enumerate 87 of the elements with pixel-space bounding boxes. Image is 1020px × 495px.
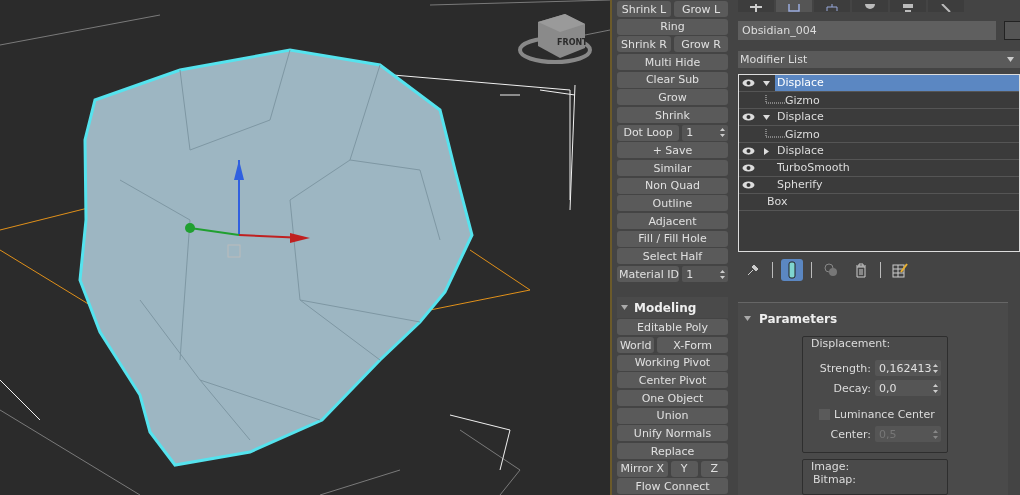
checkbox-label: Luminance Center (834, 407, 935, 421)
eye-icon[interactable] (741, 79, 755, 88)
modifier-list-dropdown[interactable]: Modifier List (738, 51, 1020, 69)
spinner-arrows-icon (933, 429, 938, 439)
dropdown-arrow-icon (1007, 57, 1014, 63)
field-label: Strength: (819, 361, 871, 375)
toolbar-button[interactable]: One Object (617, 390, 728, 406)
spinner-arrows-icon (933, 363, 938, 373)
trash-icon (855, 262, 867, 278)
object-name-field[interactable]: Obsidian_004 (738, 21, 996, 40)
stack-item[interactable]: Displace (775, 109, 1019, 126)
panel-tab[interactable] (928, 0, 964, 12)
toolbar-button[interactable]: Multi Hide (617, 54, 728, 70)
toolbar-button[interactable]: Center Pivot (617, 372, 728, 389)
rollout-header[interactable]: Parameters (738, 311, 1008, 327)
toolbar-button[interactable]: Adjacent (617, 213, 728, 230)
tube-icon (787, 261, 797, 280)
stack-sub-item[interactable]: Gizmo (785, 127, 820, 141)
stack-tool-button[interactable] (781, 259, 803, 282)
toolbar-button[interactable]: Flow Connect (617, 478, 728, 495)
rollout-title: Parameters (759, 312, 838, 326)
viewport[interactable]: FRONT (0, 0, 610, 495)
tree-line (765, 95, 785, 106)
eye-icon[interactable] (741, 181, 755, 190)
panel-tab[interactable] (852, 0, 888, 12)
toolbar-button[interactable]: Ring (617, 18, 728, 35)
spinner-field[interactable]: 0,0 (875, 380, 941, 396)
eye-icon[interactable] (741, 147, 755, 156)
color-swatch[interactable] (1004, 21, 1020, 40)
toolbar-button[interactable]: Select Half (617, 248, 728, 265)
spinner-arrows-icon (933, 383, 938, 393)
field-label: Decay: (833, 381, 871, 395)
toolbar-button[interactable]: Editable Poly (617, 319, 728, 336)
toolbar-button[interactable]: Clear Sub (617, 71, 728, 88)
section-header[interactable]: Modeling (617, 296, 728, 319)
stack-item[interactable]: TurboSmooth (775, 160, 1019, 177)
toolbar-button[interactable]: Grow R (674, 36, 728, 53)
pin-icon (746, 263, 760, 278)
hierarchy-icon (826, 4, 838, 12)
toolbar-button[interactable]: Shrink L (617, 1, 671, 17)
expand-arrow-icon[interactable] (762, 79, 770, 87)
expand-arrow-icon[interactable] (762, 113, 770, 121)
toolbar-button[interactable]: Working Pivot (617, 354, 728, 371)
spinner-arrows-icon (720, 128, 725, 138)
expand-arrow-icon[interactable] (762, 147, 770, 155)
spinner-field[interactable]: 1 (682, 124, 728, 141)
toolbar-button[interactable]: Replace (617, 443, 728, 460)
toolbar-button[interactable]: Similar (617, 160, 728, 177)
toolbar-button[interactable]: World (617, 337, 655, 353)
stack-item[interactable]: Displace (775, 143, 1019, 160)
spinner-field[interactable]: 1 (682, 266, 728, 283)
toolbar-button[interactable]: Dot Loop (617, 124, 680, 141)
toolbar-button[interactable]: Mirror X (617, 460, 668, 477)
toolbar-button[interactable]: Union (617, 407, 728, 424)
viewcube-label: FRONT (557, 38, 588, 47)
field-label: Center: (830, 427, 871, 441)
configure-icon (892, 262, 908, 278)
toolbar-button[interactable]: + Save (617, 142, 728, 159)
stack-item[interactable]: Box (765, 194, 1019, 211)
spinner-arrows-icon (720, 269, 725, 279)
toolbar-button[interactable]: Grow (617, 89, 728, 106)
panel-tab[interactable] (738, 0, 774, 12)
toolbar-button[interactable]: Z (700, 460, 728, 477)
objects-icon (823, 263, 839, 278)
stack-sub-item[interactable]: Gizmo (785, 93, 820, 107)
modify-icon (788, 4, 800, 12)
stack-item[interactable]: Spherify (775, 177, 1019, 194)
toolbar-button[interactable]: Non Quad (617, 177, 728, 194)
toolbar-button[interactable]: Shrink R (617, 36, 671, 53)
toolbar-button[interactable]: Grow L (674, 1, 728, 17)
toolbar-button[interactable]: Y (670, 460, 698, 477)
field-label: Bitmap: (812, 473, 857, 486)
tree-line (765, 129, 785, 140)
stack-item[interactable]: Displace (775, 75, 1019, 92)
toolbar-button[interactable]: Outline (617, 195, 728, 212)
spinner-field[interactable]: 0,162413 (875, 360, 941, 376)
toolbar-button[interactable]: Material ID (617, 266, 680, 283)
plus-icon (750, 4, 762, 12)
monitor-icon (902, 4, 914, 12)
toolbar-button[interactable]: X-Form (657, 337, 728, 353)
panel-tab[interactable] (890, 0, 926, 12)
toolbar-button[interactable]: Shrink (617, 107, 728, 124)
eye-icon[interactable] (741, 113, 755, 122)
section-title: Modeling (634, 300, 697, 315)
toolbar-button[interactable]: Fill / Fill Hole (617, 230, 728, 247)
toolbar-button[interactable]: Unify Normals (617, 425, 728, 442)
eye-icon[interactable] (741, 164, 755, 173)
